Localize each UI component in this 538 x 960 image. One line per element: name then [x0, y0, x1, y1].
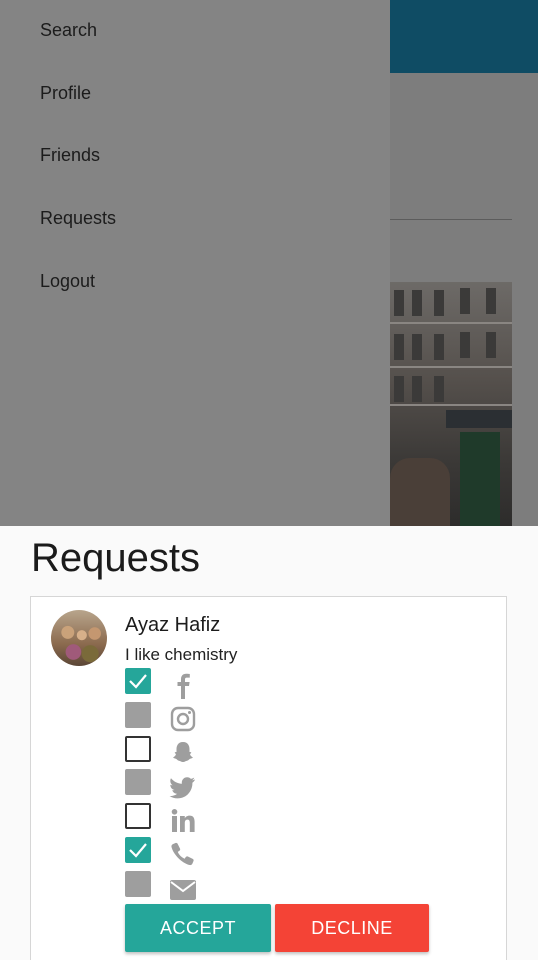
email-icon: [170, 880, 196, 900]
twitter-icon: [169, 777, 195, 799]
drawer-item-profile[interactable]: Profile: [40, 83, 91, 104]
snapchat-checkbox[interactable]: [125, 736, 151, 762]
phone-icon: [171, 842, 194, 866]
facebook-icon: [177, 673, 190, 699]
requester-bio: I like chemistry: [125, 645, 238, 664]
drawer-item-search[interactable]: Search: [40, 20, 97, 41]
request-card: Ayaz Hafiz I like chemistry ACCEPT DECLI…: [30, 596, 507, 960]
linkedin-icon: [171, 809, 195, 832]
check-icon: [129, 674, 147, 689]
twitter-checkbox[interactable]: [125, 769, 151, 795]
drawer-item-logout[interactable]: Logout: [40, 271, 95, 292]
instagram-checkbox[interactable]: [125, 702, 151, 728]
navigation-drawer: Search Profile Friends Requests Logout: [0, 0, 390, 526]
email-checkbox[interactable]: [125, 871, 151, 897]
drawer-item-friends[interactable]: Friends: [40, 145, 100, 166]
divider: [390, 219, 512, 220]
decline-button[interactable]: DECLINE: [275, 904, 429, 952]
drawer-item-requests[interactable]: Requests: [40, 208, 116, 229]
phone-checkbox[interactable]: [125, 837, 151, 863]
accept-button[interactable]: ACCEPT: [125, 904, 271, 952]
requester-name: Ayaz Hafiz: [125, 614, 221, 636]
facebook-checkbox[interactable]: [125, 668, 151, 694]
requests-sheet: Requests Ayaz Hafiz I like chemistry ACC…: [0, 526, 538, 960]
instagram-icon: [170, 706, 196, 732]
avatar: [51, 610, 107, 666]
snapchat-icon: [173, 742, 193, 763]
page-title: Requests: [31, 536, 200, 580]
linkedin-checkbox[interactable]: [125, 803, 151, 829]
check-icon: [129, 843, 147, 858]
feed-photo: [390, 282, 512, 526]
